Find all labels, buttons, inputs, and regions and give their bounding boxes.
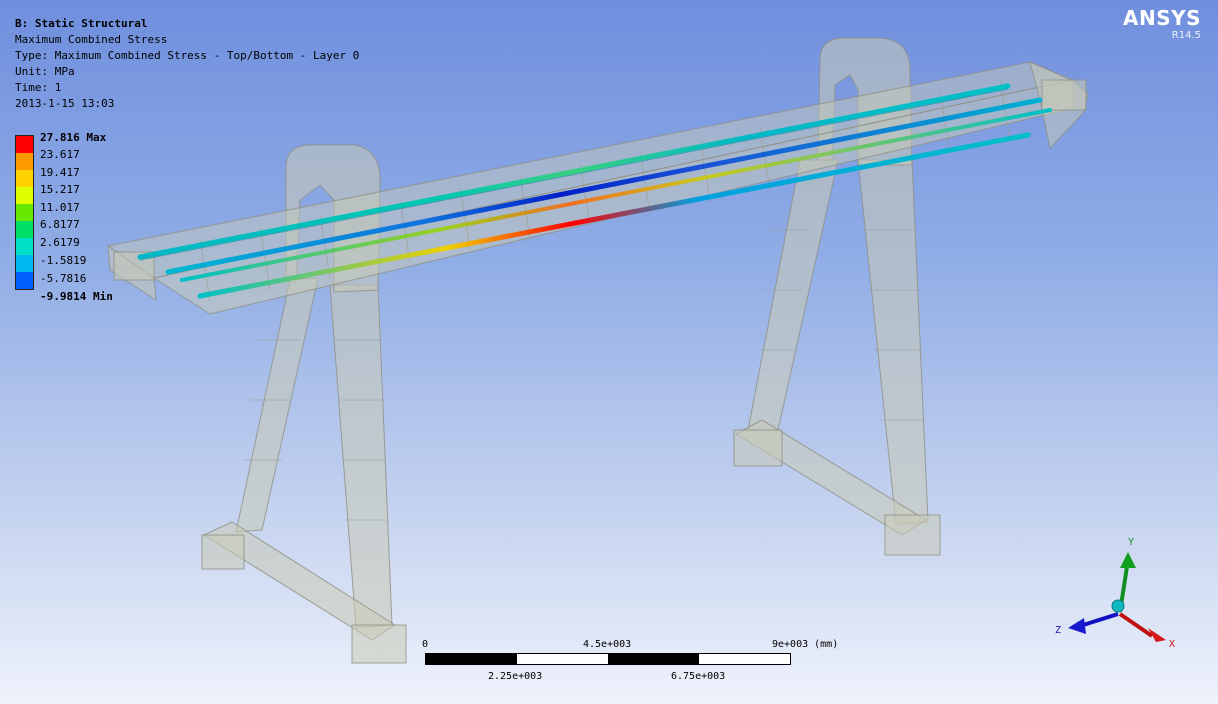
- legend-swatch: [16, 221, 33, 238]
- legend-label: 6.8177: [40, 218, 80, 231]
- beam-end-right: [1041, 79, 1087, 111]
- brand-version: R14.5: [1171, 30, 1201, 41]
- right-base-foot-1: [733, 429, 783, 467]
- z-axis-arrow: [1068, 618, 1086, 634]
- legend-color-bar: [15, 135, 34, 290]
- legend-swatch: [16, 204, 33, 221]
- legend-max-label: 27.816 Max: [40, 131, 107, 144]
- y-axis-arrow: [1120, 552, 1136, 568]
- right-base-foot-2: [884, 514, 941, 556]
- triad-origin: [1111, 599, 1125, 613]
- legend-swatch: [16, 255, 33, 272]
- legend-swatch: [16, 272, 33, 289]
- result-type: Type: Maximum Combined Stress - Top/Bott…: [15, 49, 360, 62]
- legend-label: 15.217: [40, 183, 80, 196]
- right-leg-front: [857, 159, 929, 525]
- brand-name: ANSYS: [1122, 6, 1201, 30]
- scale-tick-top: 4.5e+003: [583, 639, 632, 650]
- scale-tick-top: 0: [422, 639, 429, 650]
- scale-tick-bottom: 2.25e+003: [488, 671, 543, 682]
- result-timestamp: 2013-1-15 13:03: [15, 97, 115, 110]
- y-axis-label: Y: [1128, 537, 1134, 548]
- x-axis-label: X: [1169, 639, 1175, 650]
- result-name: Maximum Combined Stress: [15, 33, 168, 46]
- legend-label: 19.417: [40, 166, 80, 179]
- scale-segment-dark: [608, 654, 699, 664]
- coordinate-triad[interactable]: Y Z X: [1055, 537, 1175, 650]
- scale-tick-bottom: 6.75e+003: [671, 671, 726, 682]
- legend-swatch: [16, 238, 33, 255]
- left-leg-rear: [235, 277, 319, 533]
- legend-swatch: [16, 153, 33, 170]
- legend-label: -5.7816: [40, 272, 87, 285]
- result-time: Time: 1: [15, 81, 62, 94]
- legend-swatch: [16, 187, 33, 204]
- right-leg-rear: [747, 159, 839, 431]
- left-base-foot-1: [201, 534, 245, 570]
- legend-label: -1.5819: [40, 254, 87, 267]
- left-base-foot-2: [351, 624, 407, 664]
- z-axis-label: Z: [1055, 625, 1061, 636]
- result-info-panel: B: Static Structural Maximum Combined St…: [15, 16, 359, 112]
- plate-3: [180, 108, 1052, 282]
- scale-bar: [425, 653, 791, 665]
- ansys-logo: ANSYS R14.5: [1123, 6, 1201, 41]
- legend-swatch: [16, 136, 33, 153]
- analysis-system-title: B: Static Structural: [15, 17, 148, 30]
- left-leg-front: [329, 284, 393, 629]
- legend-min-label: -9.9814 Min: [40, 290, 113, 303]
- legend-swatch: [16, 170, 33, 187]
- legend-label: 2.6179: [40, 236, 80, 249]
- legend-label: 11.017: [40, 201, 80, 214]
- scale-ruler: 0 4.5e+003 9e+003 (mm) 2.25e+003 6.75e+0…: [420, 639, 850, 689]
- scale-tick-top: 9e+003 (mm): [772, 639, 839, 650]
- scale-segment-dark: [426, 654, 517, 664]
- result-unit: Unit: MPa: [15, 65, 75, 78]
- legend-label: 23.617: [40, 148, 80, 161]
